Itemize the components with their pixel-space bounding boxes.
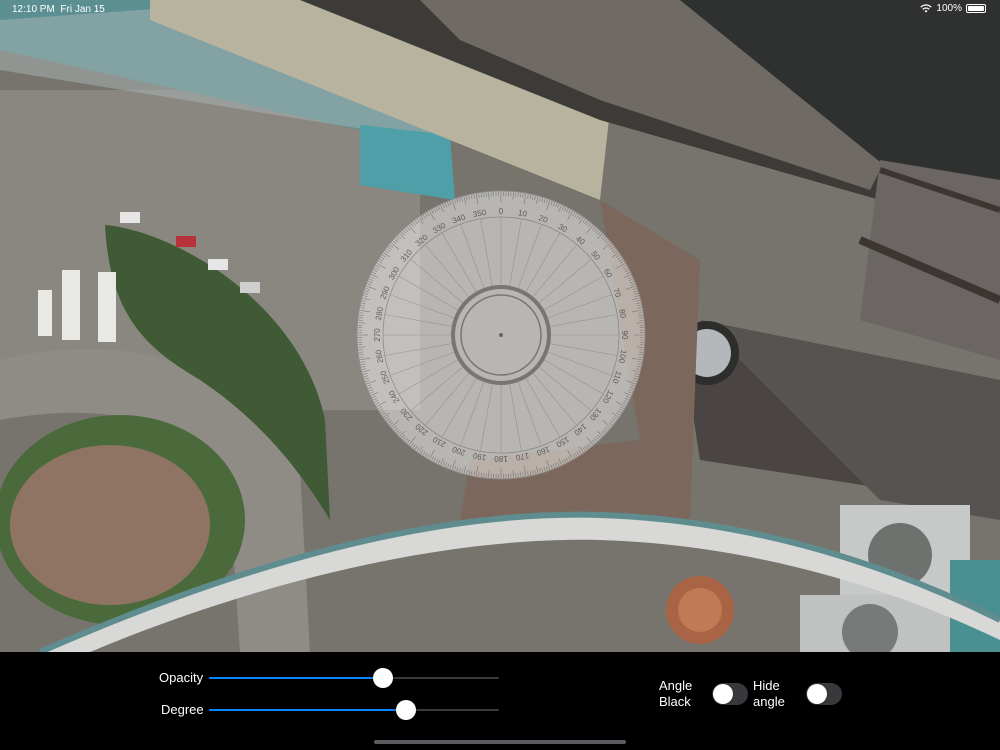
degree-slider-fill — [209, 709, 407, 711]
satellite-map[interactable]: 0 10 20 30 40 50 60 70 80 90 100 110 120 130 140 150 160… — [0, 0, 1000, 652]
opacity-slider[interactable] — [209, 668, 499, 688]
status-indicators: 100% — [920, 3, 986, 14]
wifi-icon — [920, 4, 933, 13]
protractor-degree-label: 270 — [373, 328, 382, 342]
status-bar: 12:10 PM Fri Jan 15 100% — [0, 0, 1000, 18]
battery-icon — [966, 4, 986, 13]
degree-label: Degree — [161, 702, 204, 717]
protractor-degree-label: 0 — [499, 207, 504, 216]
protractor-degree-label: 90 — [620, 331, 629, 340]
opacity-slider-fill — [209, 677, 383, 679]
status-time: 12:10 PM Fri Jan 15 — [12, 4, 105, 15]
angle-black-label: Angle Black — [659, 678, 693, 709]
protractor-degree-label: 180 — [494, 454, 508, 463]
hide-angle-label: Hide angle — [753, 678, 785, 709]
battery-percent: 100% — [936, 3, 962, 14]
control-panel: Opacity Degree Angle Black Hide angle — [0, 652, 1000, 750]
angle-black-toggle-knob — [713, 684, 733, 704]
hide-angle-toggle[interactable] — [806, 683, 842, 705]
degree-slider[interactable] — [209, 700, 499, 720]
protractor-center-dot — [499, 333, 503, 337]
protractor-overlay[interactable]: 0 10 2030405060708090100110120130140150160… — [356, 190, 646, 480]
opacity-slider-thumb[interactable] — [373, 668, 393, 688]
angle-black-toggle[interactable] — [712, 683, 748, 705]
hide-angle-toggle-knob — [807, 684, 827, 704]
home-indicator[interactable] — [374, 740, 626, 744]
opacity-label: Opacity — [159, 670, 204, 685]
degree-slider-thumb[interactable] — [396, 700, 417, 720]
